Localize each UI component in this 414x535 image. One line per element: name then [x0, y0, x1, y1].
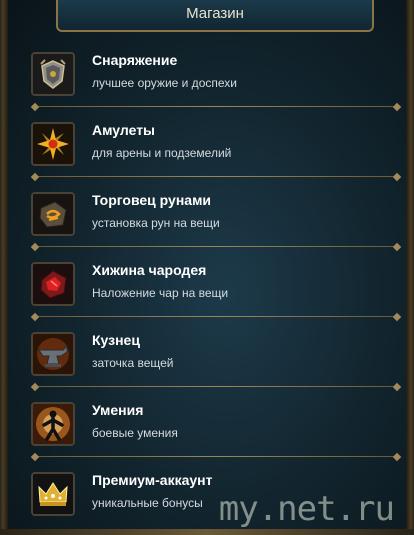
rune-icon — [31, 192, 75, 236]
menu-item-blacksmith[interactable]: Кузнец заточка вещей — [22, 320, 402, 392]
enchant-crystal-icon — [31, 262, 75, 306]
menu-item-subtitle: заточка вещей — [92, 356, 174, 370]
menu-item-subtitle: установка рун на вещи — [92, 216, 220, 230]
menu-item-subtitle: Наложение чар на вещи — [92, 286, 229, 300]
watermark: my.net.ru — [218, 489, 395, 529]
menu-item-subtitle: для арены и подземелий — [92, 146, 232, 160]
menu-item-title: Торговец рунами — [92, 192, 212, 208]
menu-item-title: Снаряжение — [92, 52, 178, 68]
menu-item-title: Хижина чародея — [92, 262, 207, 278]
menu-item-subtitle: уникальные бонусы — [92, 496, 203, 510]
anvil-icon — [31, 332, 75, 376]
menu-item-title: Умения — [92, 402, 144, 418]
menu-item-title: Кузнец — [92, 332, 140, 348]
menu-item-title: Премиум-аккаунт — [92, 472, 213, 488]
shop-panel: Магазин Снаряжение лучшее оружие и доспе… — [0, 0, 414, 535]
armor-shield-icon — [31, 52, 75, 96]
page-title: Магазин — [186, 5, 244, 22]
amulet-icon — [31, 122, 75, 166]
bottom-border — [0, 529, 414, 535]
menu-item-wizard-hut[interactable]: Хижина чародея Наложение чар на вещи — [22, 250, 402, 322]
menu-item-skills[interactable]: Умения боевые умения — [22, 390, 402, 462]
menu-item-title: Амулеты — [92, 122, 156, 138]
menu-item-rune-merchant[interactable]: Торговец рунами установка рун на вещи — [22, 180, 402, 252]
header-tab: Магазин — [56, 0, 374, 32]
menu-item-amulets[interactable]: Амулеты для арены и подземелий — [22, 110, 402, 182]
menu-item-equipment[interactable]: Снаряжение лучшее оружие и доспехи — [22, 40, 402, 112]
skill-figure-icon — [31, 402, 75, 446]
menu-item-subtitle: лучшее оружие и доспехи — [92, 76, 237, 90]
shop-menu-list: Снаряжение лучшее оружие и доспехи Амуле… — [22, 40, 402, 530]
crown-icon — [31, 472, 75, 516]
menu-item-subtitle: боевые умения — [92, 426, 178, 440]
